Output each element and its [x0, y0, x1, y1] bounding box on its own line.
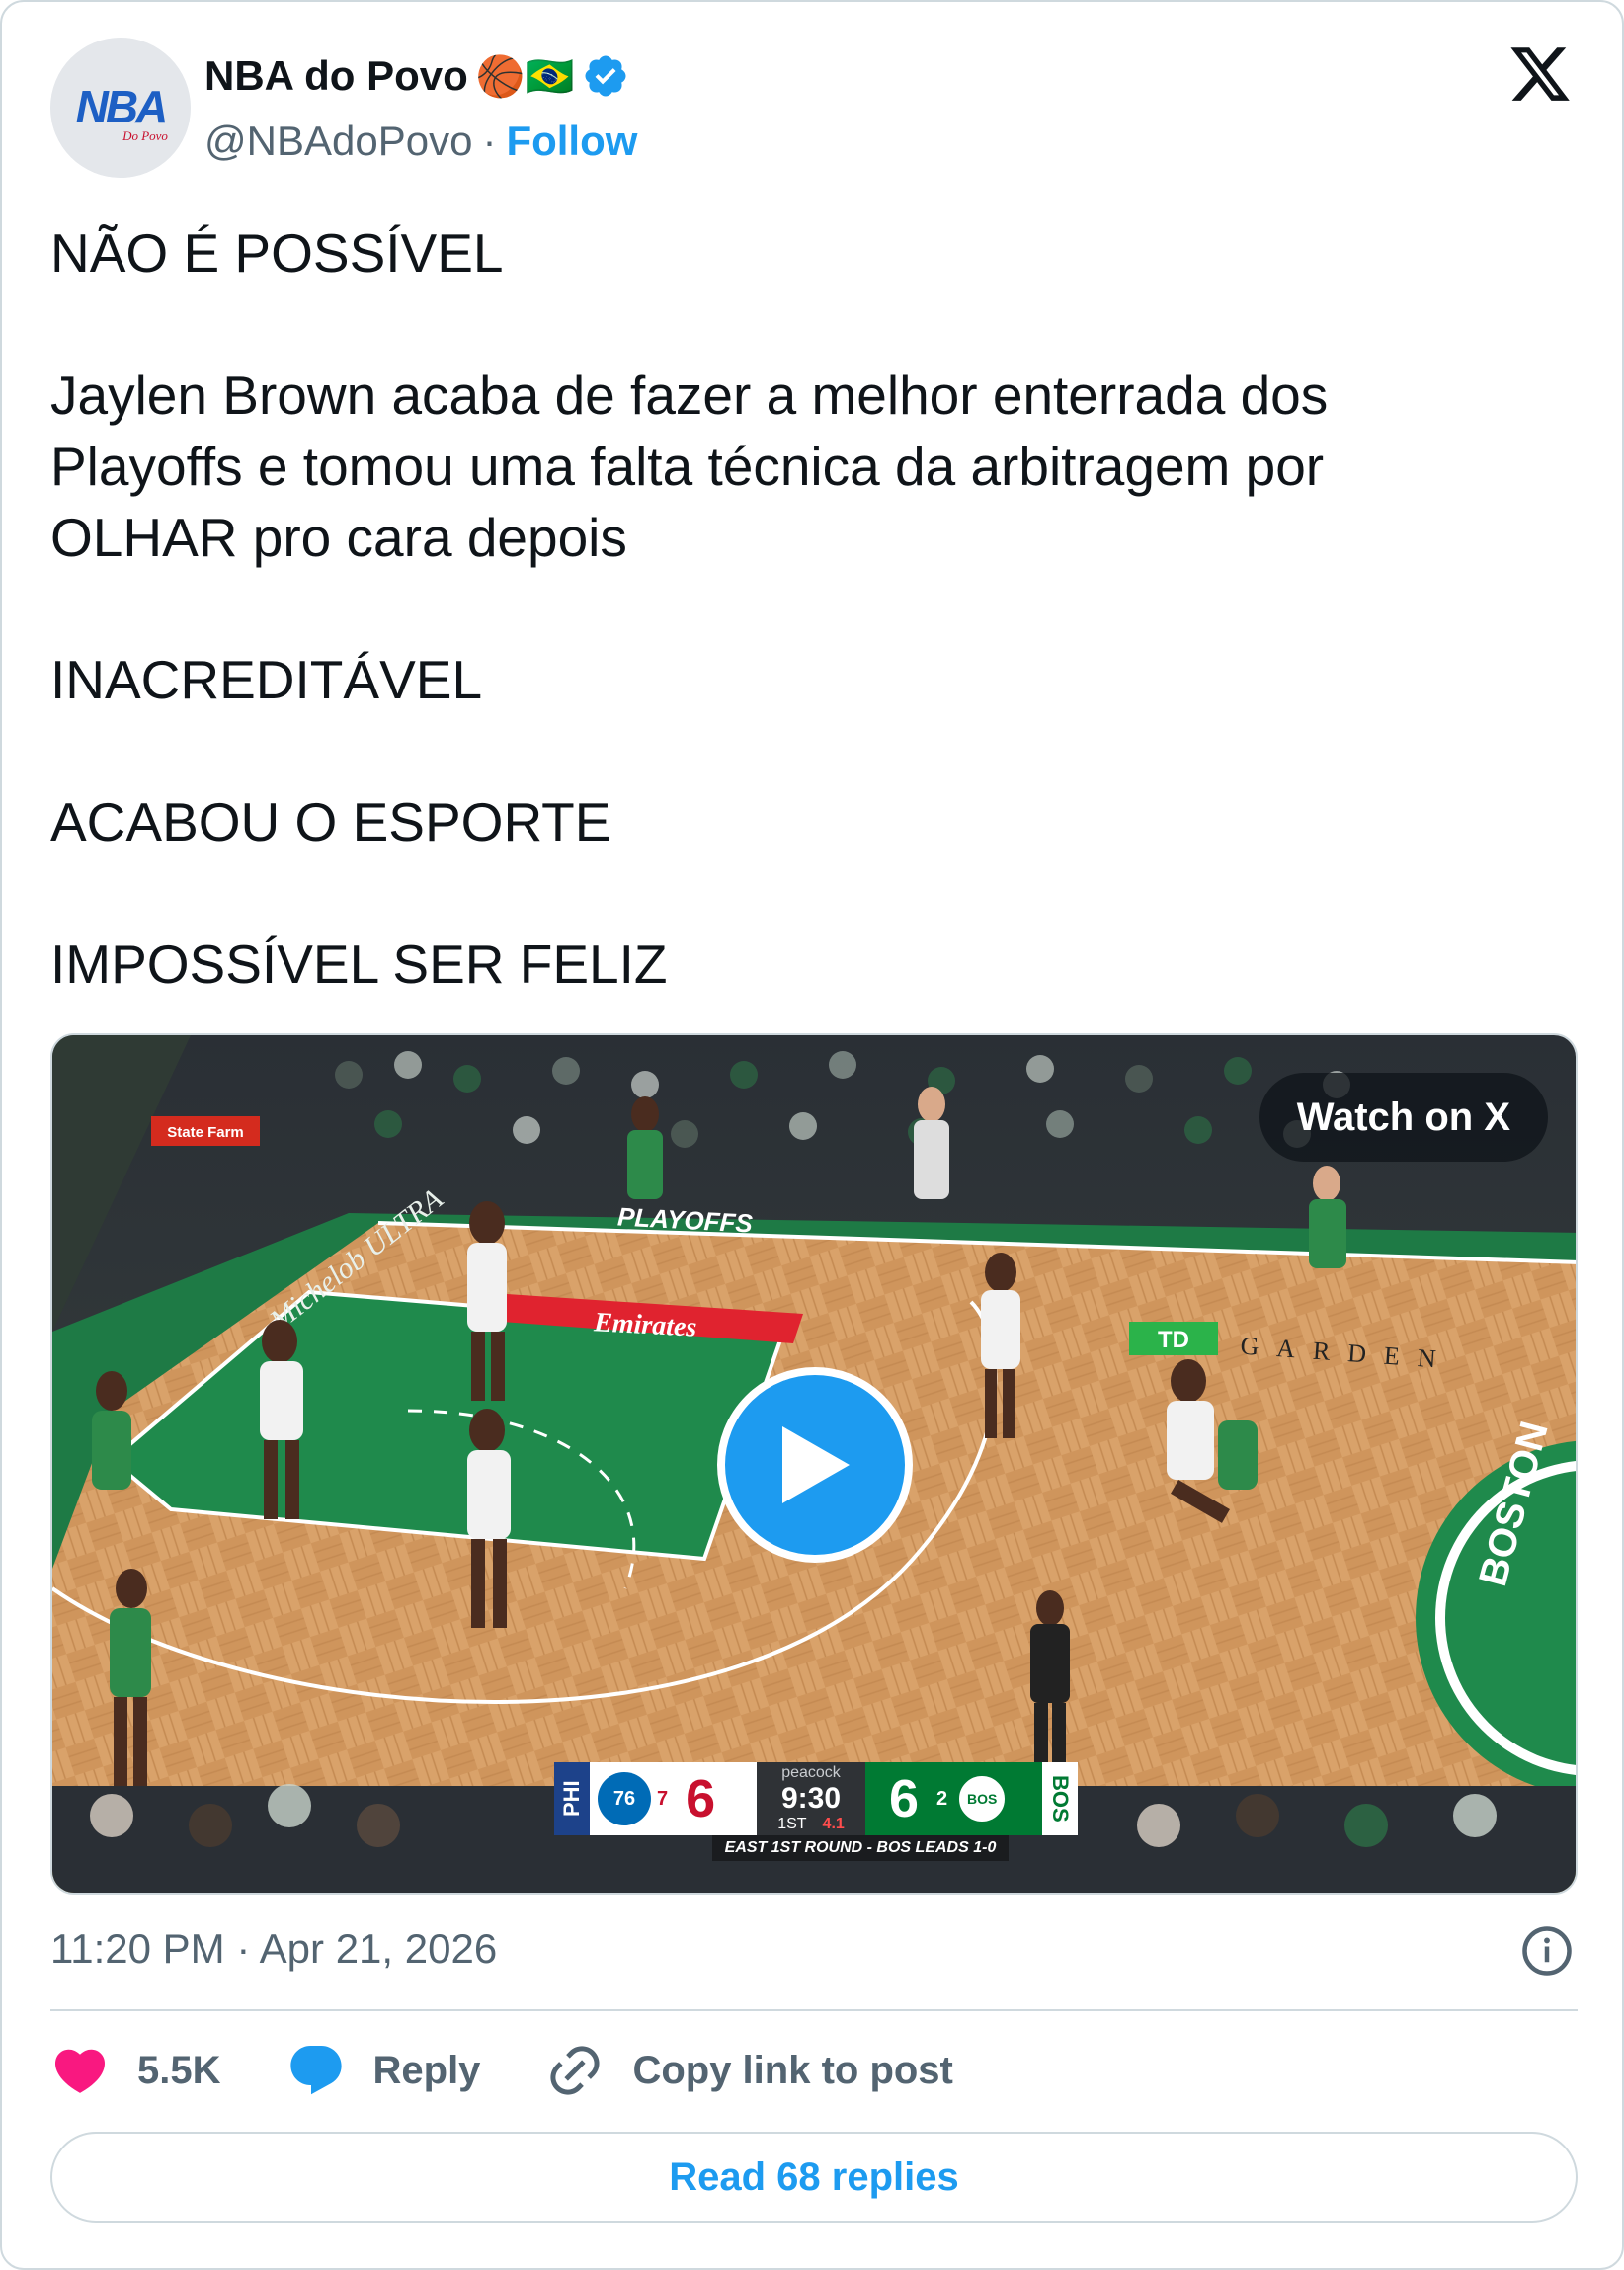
author-name-row[interactable]: NBA do Povo 🏀🇧🇷: [204, 47, 629, 105]
action-bar: 5.5K Reply Copy link to post: [50, 2039, 1018, 2102]
play-icon: [782, 1426, 850, 1503]
watch-on-x-button[interactable]: Watch on X: [1259, 1073, 1548, 1162]
statefarm-signage: State Farm: [167, 1124, 244, 1141]
home-team: 6 2 BOS BOS: [865, 1762, 1078, 1835]
verified-badge-icon: [585, 55, 626, 97]
away-seed: 7: [657, 1787, 669, 1810]
like-count: 5.5K: [137, 2048, 221, 2092]
home-score: 6: [889, 1769, 920, 1828]
post-paragraph: ACABOU O ESPORTE: [50, 791, 611, 852]
avatar-logo: NBA Do Povo: [50, 38, 191, 178]
copy-link-button[interactable]: Copy link to post: [545, 2041, 953, 2100]
heart-icon: [54, 2049, 106, 2093]
play-button[interactable]: [717, 1367, 913, 1563]
author-name[interactable]: NBA do Povo: [204, 52, 468, 100]
reply-bubble-icon: [289, 2046, 342, 2095]
handle-row: @NBAdoPovo · Follow: [204, 113, 637, 170]
post-paragraph: NÃO É POSSÍVEL: [50, 222, 504, 284]
scoreboard-overlay: PHI 76 7 6 peacock 9:30 1ST 4.1 6 2 BOS …: [554, 1762, 1078, 1861]
home-abbr: BOS: [1042, 1762, 1078, 1835]
away-team: PHI 76 7 6: [554, 1762, 757, 1835]
video-player[interactable]: Emirates PLAYOFFS GARDEN TD State Farm M…: [50, 1033, 1578, 1895]
read-replies-button[interactable]: Read 68 replies: [50, 2132, 1578, 2223]
emirates-signage: Emirates: [592, 1307, 697, 1342]
post-timestamp[interactable]: 11:20 PM · Apr 21, 2026: [50, 1924, 497, 1974]
post-paragraph: IMPOSSÍVEL SER FELIZ: [50, 933, 668, 995]
post-text: NÃO É POSSÍVEL Jaylen Brown acaba de faz…: [50, 217, 1572, 1000]
separator-dot: ·: [482, 118, 497, 164]
series-status: EAST 1ST ROUND - BOS LEADS 1-0: [712, 1835, 1009, 1861]
away-abbr: PHI: [554, 1762, 590, 1835]
x-logo-icon[interactable]: [1507, 41, 1573, 107]
network-label: peacock: [781, 1764, 841, 1781]
follow-button[interactable]: Follow: [506, 118, 637, 165]
away-logo-icon: 76: [598, 1772, 651, 1825]
period-label: 1ST: [777, 1816, 807, 1832]
svg-text:TD: TD: [1158, 1327, 1189, 1353]
like-button[interactable]: 5.5K: [50, 2041, 221, 2100]
shot-clock: 4.1: [822, 1816, 845, 1832]
home-logo-icon: BOS: [955, 1772, 1010, 1825]
link-icon: [550, 2046, 601, 2095]
reply-label: Reply: [372, 2048, 481, 2092]
embedded-post-card: NBA Do Povo NBA do Povo 🏀🇧🇷 @NBAdoPovo ·…: [0, 0, 1624, 2270]
copy-link-label: Copy link to post: [632, 2048, 953, 2092]
avatar[interactable]: NBA Do Povo: [50, 38, 191, 178]
avatar-subtext: Do Povo: [122, 128, 168, 143]
reply-button[interactable]: Reply: [286, 2041, 481, 2100]
away-score: 6: [686, 1769, 716, 1828]
author-emoji: 🏀🇧🇷: [475, 54, 575, 99]
author-handle[interactable]: @NBAdoPovo: [204, 118, 472, 165]
post-paragraph: INACREDITÁVEL: [50, 649, 483, 710]
divider: [50, 2009, 1578, 2011]
info-icon[interactable]: [1520, 1924, 1574, 1978]
avatar-text: NBA: [76, 81, 166, 132]
home-seed: 2: [936, 1787, 948, 1810]
post-paragraph: Jaylen Brown acaba de fazer a melhor ent…: [50, 365, 1329, 568]
game-clock: peacock 9:30 1ST 4.1: [757, 1762, 865, 1835]
clock-time: 9:30: [780, 1782, 842, 1815]
